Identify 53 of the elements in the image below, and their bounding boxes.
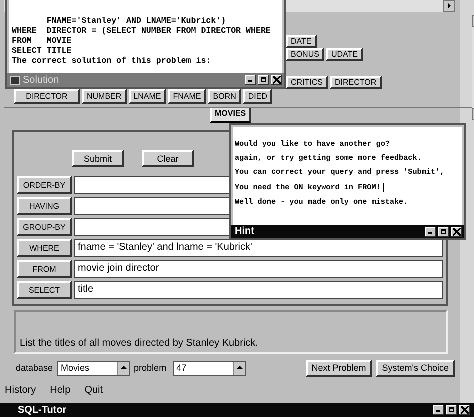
attribute-button[interactable]: UDATE xyxy=(326,48,363,61)
menu-item[interactable]: History xyxy=(5,385,36,396)
maximize-icon[interactable] xyxy=(258,75,269,85)
problem-label: problem xyxy=(134,363,167,373)
minimize-icon[interactable] xyxy=(425,226,436,236)
attribute-button[interactable]: DIRECTOR xyxy=(330,76,382,89)
app-icon xyxy=(10,76,20,84)
database-label: database xyxy=(16,363,54,373)
attribute-button[interactable]: DIRECTOR xyxy=(14,89,80,104)
button[interactable]: Clear xyxy=(142,150,194,167)
solution-text: FROM MOVIE xyxy=(12,37,73,47)
clause-field[interactable]: movie join director xyxy=(74,260,443,278)
maximize-icon[interactable] xyxy=(446,405,457,415)
attribute-button[interactable]: FNAME xyxy=(168,89,206,104)
clause-field[interactable]: title xyxy=(74,281,443,299)
button[interactable]: Submit xyxy=(72,150,124,167)
solution-text: The correct solution of this problem is: xyxy=(12,57,212,67)
text-cursor xyxy=(382,183,384,192)
attribute-button[interactable]: DIED xyxy=(243,89,272,104)
solution-text: WHERE DIRECTOR = (SELECT NUMBER FROM DIRECTOR WHERE xyxy=(12,27,272,37)
clause-button[interactable]: WHERE xyxy=(17,239,72,257)
attribute-button[interactable]: BORN xyxy=(208,89,242,104)
scroll-right-icon[interactable] xyxy=(443,0,455,12)
problem-text: List the titles of all moves directed by Stanley Kubrick. xyxy=(14,310,448,354)
clause-button[interactable]: FROM xyxy=(17,260,72,278)
solution-text: FNAME='Stanley' AND LNAME='Kubrick') xyxy=(46,17,228,27)
minimize-icon[interactable] xyxy=(245,75,256,85)
window-title: SQL-Tutor xyxy=(18,404,67,416)
window-title: Solution xyxy=(23,74,60,86)
clause-field[interactable]: fname = 'Stanley' and lname = 'Kubrick' xyxy=(74,239,443,257)
minimize-icon[interactable] xyxy=(433,405,444,415)
close-icon[interactable] xyxy=(271,75,282,85)
attribute-button[interactable]: LNAME xyxy=(128,89,166,104)
clause-button[interactable]: ORDER-BY xyxy=(17,176,72,194)
menu-item[interactable]: Quit xyxy=(84,385,104,396)
window-title: Hint xyxy=(235,226,254,237)
clause-button[interactable]: HAVING xyxy=(17,197,72,215)
solution-text: SELECT TITLE xyxy=(12,47,73,57)
button[interactable]: System's Choice xyxy=(376,360,455,376)
menu-item[interactable]: Help xyxy=(50,385,71,396)
database-dropdown[interactable]: Movies xyxy=(57,360,130,376)
attribute-button[interactable]: NUMBER xyxy=(82,89,127,104)
close-icon[interactable] xyxy=(459,405,470,415)
problem-dropdown[interactable]: 47 xyxy=(172,360,246,376)
attribute-button[interactable]: DATE xyxy=(286,35,317,48)
clause-button[interactable]: GROUP-BY xyxy=(17,218,72,236)
clause-button[interactable]: SELECT xyxy=(17,281,72,299)
attribute-button[interactable]: BONUS xyxy=(286,48,324,61)
close-icon[interactable] xyxy=(451,226,462,236)
button[interactable]: Next Problem xyxy=(306,360,372,376)
attribute-button[interactable]: CRITICS xyxy=(286,76,328,89)
table-tab[interactable]: MOVIES xyxy=(210,108,252,123)
maximize-icon[interactable] xyxy=(438,226,449,236)
